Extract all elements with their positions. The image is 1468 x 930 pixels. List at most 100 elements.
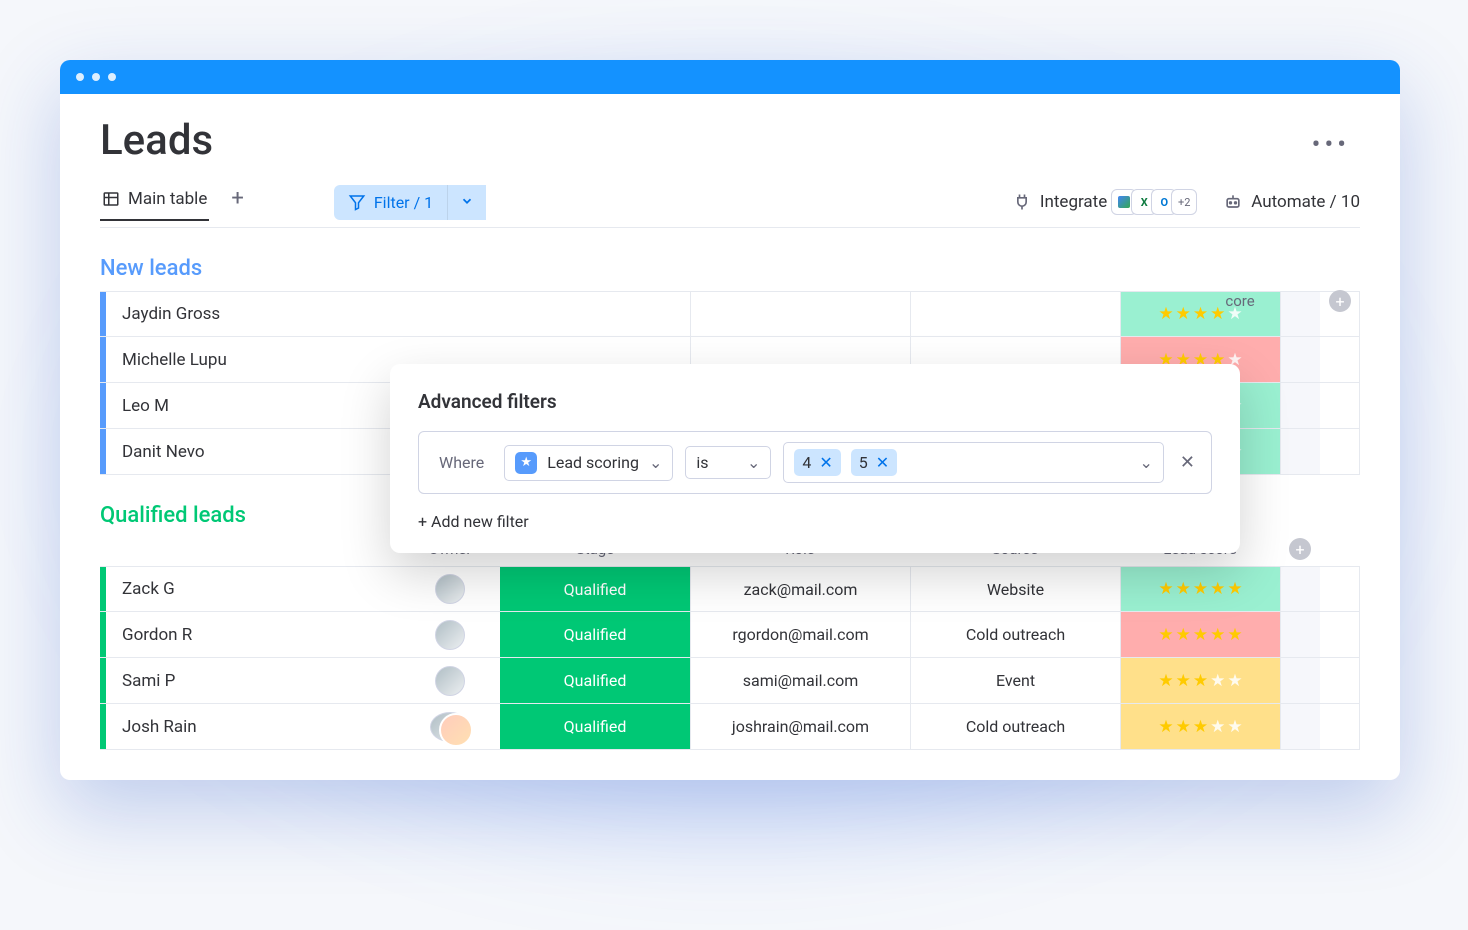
lead-score-cell[interactable]: ★★★★★	[1120, 658, 1280, 703]
lead-name: Zack G	[106, 579, 175, 599]
role-cell[interactable]: rgordon@mail.com	[690, 612, 910, 657]
star-icon: ★	[1227, 717, 1242, 737]
table-row[interactable]: Zack G Qualified zack@mail.com Website ★…	[100, 566, 1360, 612]
star-icon: ★	[1158, 671, 1173, 691]
table-row[interactable]: Josh Rain Qualified joshrain@mail.com Co…	[100, 704, 1360, 750]
avatar[interactable]	[430, 712, 470, 742]
lead-name-cell[interactable]: Michelle Lupu	[100, 337, 400, 382]
lead-score-cell[interactable]: ★★★★★	[1120, 612, 1280, 657]
window-dot-icon[interactable]	[108, 73, 116, 81]
integration-more-count: +2	[1171, 189, 1197, 215]
tab-main-table[interactable]: Main table	[100, 183, 209, 221]
filter-value-text: 4	[802, 453, 811, 472]
automate-button[interactable]: Automate / 10	[1223, 192, 1360, 212]
tab-label: Main table	[128, 189, 207, 209]
avatar[interactable]	[435, 574, 465, 604]
lead-name: Josh Rain	[106, 717, 197, 737]
lead-name-cell[interactable]: Danit Nevo	[100, 429, 400, 474]
integrate-label: Integrate	[1040, 192, 1107, 212]
group-title-new-leads[interactable]: New leads	[100, 256, 1360, 281]
stage-cell[interactable]: Qualified	[500, 567, 690, 611]
lead-score-cell[interactable]: ★★★★★	[1120, 567, 1280, 611]
remove-tag-icon[interactable]: ✕	[819, 453, 832, 472]
role-cell[interactable]: joshrain@mail.com	[690, 704, 910, 749]
star-icon: ★	[1210, 717, 1225, 737]
trailing-cell	[1280, 383, 1320, 428]
automate-label: Automate / 10	[1251, 192, 1360, 212]
lead-name: Leo M	[106, 396, 169, 416]
source-cell[interactable]: Cold outreach	[910, 704, 1120, 749]
stage-cell[interactable]: Qualified	[500, 704, 690, 749]
star-icon: ★	[1210, 625, 1225, 645]
filter-value-tag[interactable]: 5 ✕	[851, 449, 897, 476]
avatar[interactable]	[435, 666, 465, 696]
owner-cell[interactable]	[400, 620, 500, 650]
robot-icon	[1223, 192, 1243, 212]
stage-cell[interactable]: Qualified	[500, 612, 690, 657]
trailing-cell	[1280, 567, 1320, 611]
filter-operator-label: is	[696, 453, 708, 472]
window-titlebar	[60, 60, 1400, 94]
star-icon: ★	[1176, 625, 1191, 645]
filter-label: Filter / 1	[374, 193, 433, 212]
role-cell[interactable]: sami@mail.com	[690, 658, 910, 703]
lead-name: Gordon R	[106, 625, 192, 645]
add-filter-button[interactable]: + Add new filter	[418, 512, 1212, 531]
table-icon	[102, 190, 120, 208]
lead-name-cell[interactable]: Leo M	[100, 383, 400, 428]
table-row[interactable]: Sami P Qualified sami@mail.com Event ★ ★ ★…	[100, 658, 1360, 704]
star-icon: ★	[1193, 671, 1208, 691]
add-tab-button[interactable]: +	[231, 186, 243, 219]
page-title: Leads	[100, 116, 1360, 165]
table-row[interactable]: Gordon R Qualified rgordon@mail.com Cold…	[100, 612, 1360, 658]
role-cell[interactable]: zack@mail.com	[690, 567, 910, 611]
add-column-button[interactable]: +	[1289, 538, 1311, 560]
filter-values-select[interactable]: 4 ✕ 5 ✕ ⌄	[783, 442, 1164, 483]
trailing-cell	[1280, 704, 1320, 749]
lead-name-cell[interactable]: Jaydin Gross	[100, 292, 400, 336]
integrate-button[interactable]: Integrate	[1012, 192, 1107, 212]
filter-value-tag[interactable]: 4 ✕	[794, 449, 840, 476]
add-column-button[interactable]: +	[1329, 290, 1351, 312]
chevron-down-icon	[460, 194, 474, 208]
integration-icons[interactable]: X O +2	[1117, 189, 1197, 215]
filter-button[interactable]: Filter / 1	[334, 185, 486, 220]
window-dot-icon[interactable]	[92, 73, 100, 81]
source-cell[interactable]: Cold outreach	[910, 612, 1120, 657]
more-menu-button[interactable]: •••	[1312, 130, 1350, 160]
avatar[interactable]	[435, 620, 465, 650]
funnel-icon	[348, 193, 366, 211]
source-cell[interactable]: Event	[910, 658, 1120, 703]
window-dot-icon[interactable]	[76, 73, 84, 81]
owner-cell[interactable]	[400, 712, 500, 742]
filter-column-select[interactable]: ★ Lead scoring ⌄	[504, 445, 673, 481]
lead-name-cell[interactable]: Gordon R	[100, 612, 400, 657]
board: New leads core + Jaydin Gross ★★★★★ Mich…	[100, 256, 1360, 750]
source-cell[interactable]: Website	[910, 567, 1120, 611]
owner-cell[interactable]	[400, 574, 500, 604]
lead-name-cell[interactable]: Josh Rain	[100, 704, 400, 749]
column-header-score[interactable]: core	[1160, 292, 1320, 310]
chevron-down-icon: ⌄	[747, 453, 760, 472]
remove-tag-icon[interactable]: ✕	[876, 453, 889, 472]
source-cell[interactable]	[910, 292, 1120, 336]
filter-caret-button[interactable]	[447, 185, 486, 220]
chevron-down-icon: ⌄	[649, 453, 662, 472]
chevron-down-icon: ⌄	[1140, 453, 1153, 472]
filter-operator-select[interactable]: is ⌄	[685, 446, 771, 479]
star-icon: ★	[1158, 625, 1173, 645]
stage-cell[interactable]: Qualified	[500, 658, 690, 703]
lead-name-cell[interactable]: Sami P	[100, 658, 400, 703]
star-icon: ★	[1227, 671, 1242, 691]
owner-cell[interactable]	[400, 666, 500, 696]
star-icon: ★	[1158, 579, 1173, 599]
star-icon: ★	[515, 452, 537, 474]
stage-cell[interactable]	[500, 292, 690, 336]
role-cell[interactable]	[690, 292, 910, 336]
trailing-cell	[1280, 337, 1320, 382]
lead-name-cell[interactable]: Zack G	[100, 567, 400, 611]
remove-filter-row-button[interactable]: ✕	[1176, 452, 1199, 473]
lead-score-cell[interactable]: ★★★★★	[1120, 704, 1280, 749]
trailing-cell	[1280, 658, 1320, 703]
app-window: ••• Leads Main table + Filter / 1 Int	[60, 60, 1400, 780]
